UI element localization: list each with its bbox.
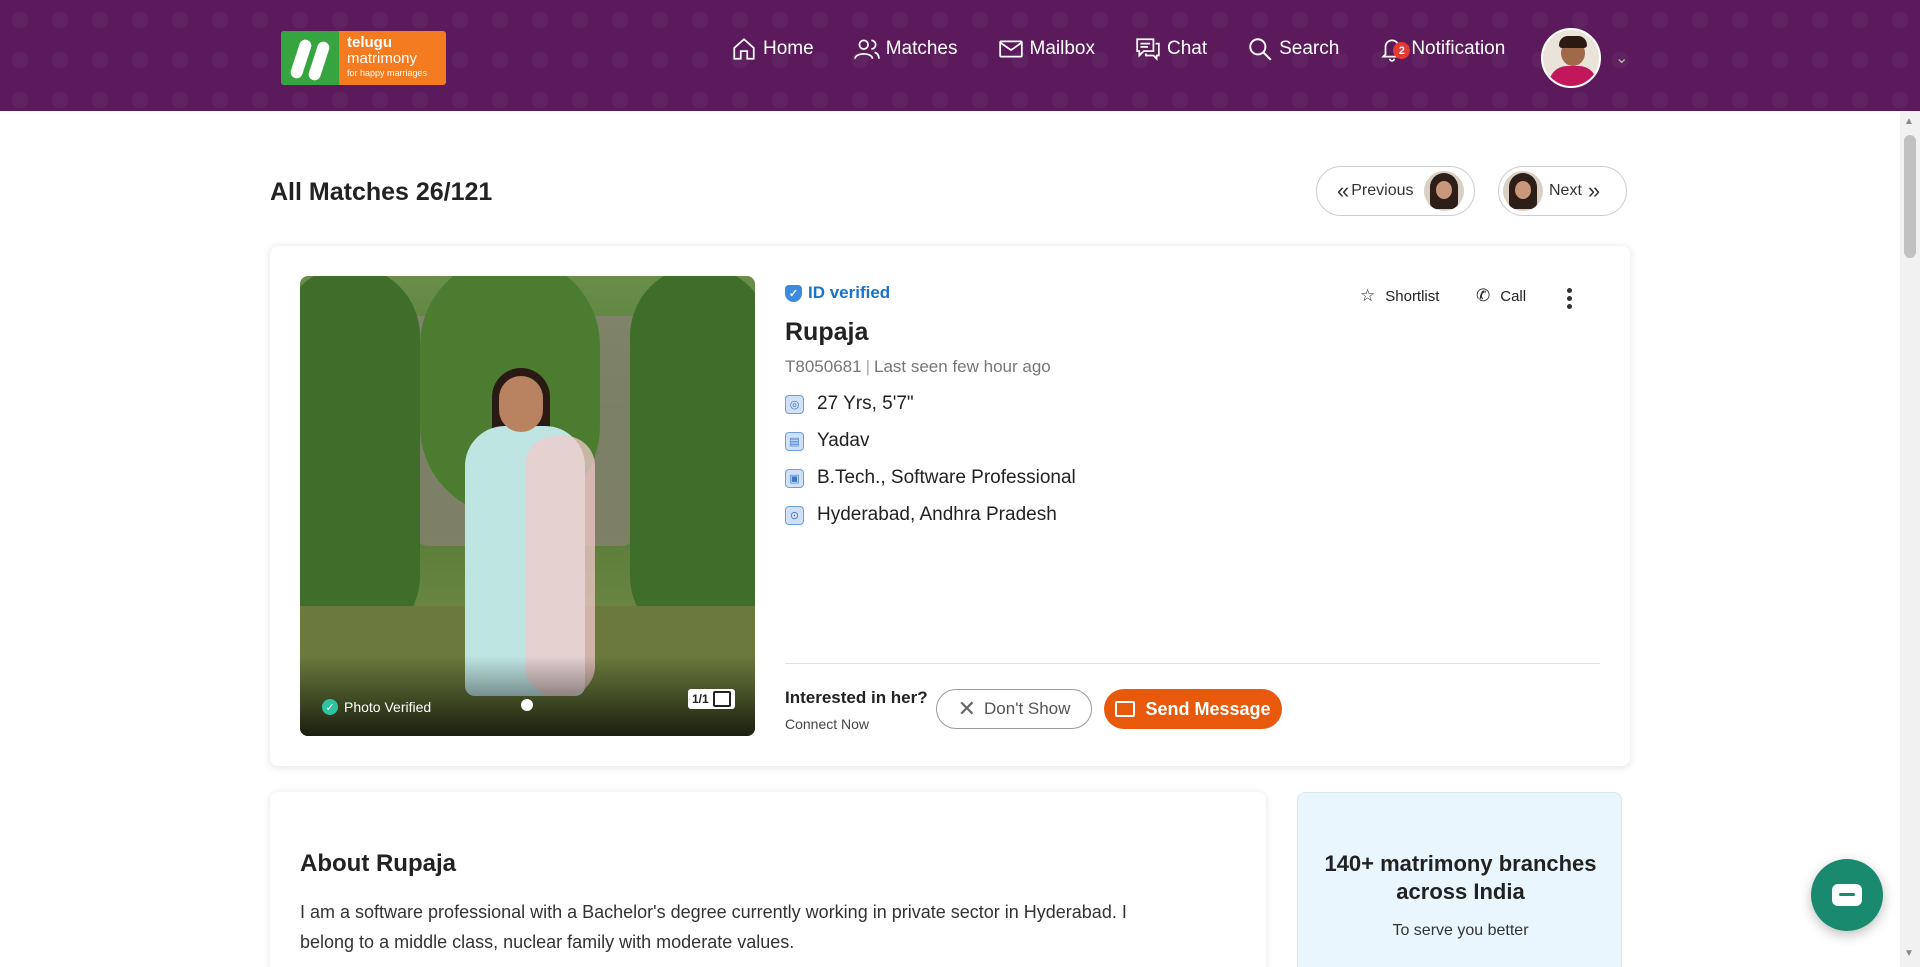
- logo-line1: telugu: [347, 34, 392, 51]
- shortlist-button[interactable]: ☆ Shortlist: [1360, 286, 1439, 306]
- nav-matches[interactable]: Matches: [853, 36, 958, 62]
- previous-button[interactable]: « Previous: [1316, 166, 1475, 216]
- scroll-down-icon[interactable]: ▼: [1904, 948, 1914, 959]
- search-icon: [1249, 38, 1272, 61]
- next-profile-thumb: [1503, 171, 1543, 211]
- detail-education: ▣ B.Tech., Software Professional: [785, 467, 1076, 489]
- detail-caste-text: Yadav: [817, 430, 870, 451]
- notification-badge: 2: [1393, 42, 1411, 59]
- previous-profile-thumb: [1423, 171, 1464, 211]
- photo-counter-text: 1/1: [692, 692, 709, 706]
- logo-mark-icon: [281, 31, 339, 85]
- scrollbar-thumb[interactable]: [1904, 135, 1916, 258]
- phone-icon: ✆: [1476, 286, 1491, 305]
- detail-caste: ▤ Yadav: [785, 430, 869, 452]
- profile-meta: T8050681 | Last seen few hour ago: [785, 357, 1051, 376]
- id-verified-badge: ✓ ID verified: [785, 283, 890, 303]
- send-message-button[interactable]: Send Message: [1104, 689, 1282, 729]
- detail-location: ⊙ Hyderabad, Andhra Pradesh: [785, 504, 1057, 526]
- detail-age-text: 27 Yrs, 5'7": [817, 393, 914, 414]
- previous-label: Previous: [1351, 182, 1414, 199]
- promo-title: 140+ matrimony branches across India: [1324, 851, 1597, 904]
- nav-home[interactable]: Home: [731, 36, 814, 62]
- about-title: About Rupaja: [300, 850, 456, 877]
- logo-line2: matrimony: [347, 49, 418, 67]
- about-section: About Rupaja I am a software professiona…: [270, 792, 1266, 967]
- detail-location-text: Hyderabad, Andhra Pradesh: [817, 504, 1057, 525]
- shield-check-icon: ✓: [785, 284, 802, 302]
- site-logo[interactable]: telugu matrimony for happy marriages: [281, 31, 446, 85]
- main-nav: Home Matches Mailbox Chat Search 2 Notif…: [731, 36, 1505, 62]
- more-options-icon[interactable]: [1565, 288, 1573, 309]
- connect-now-label: Connect Now: [785, 716, 870, 732]
- nav-notification[interactable]: 2 Notification: [1379, 36, 1505, 62]
- top-header: telugu matrimony for happy marriages Hom…: [0, 0, 1920, 111]
- star-icon: ☆: [1360, 286, 1376, 305]
- promo-subtitle: To serve you better: [1392, 922, 1529, 939]
- profile-photo[interactable]: ✓ Photo Verified 1/1: [300, 276, 755, 736]
- double-chevron-right-icon: »: [1587, 178, 1600, 203]
- carousel-dot[interactable]: [521, 699, 533, 711]
- nav-mailbox-label: Mailbox: [1029, 38, 1095, 59]
- chevron-down-icon[interactable]: ⌄: [1615, 48, 1628, 68]
- next-label: Next: [1549, 182, 1582, 199]
- branches-promo: 140+ matrimony branches across India To …: [1297, 792, 1622, 967]
- photo-counter[interactable]: 1/1: [688, 689, 735, 709]
- nav-search-label: Search: [1279, 38, 1340, 59]
- nav-notification-label: Notification: [1411, 38, 1506, 59]
- detail-age-height: ◎ 27 Yrs, 5'7": [785, 393, 914, 415]
- mail-icon: [1115, 701, 1136, 717]
- nav-chat[interactable]: Chat: [1135, 36, 1207, 62]
- close-icon: ✕: [957, 696, 977, 721]
- check-circle-icon: ✓: [322, 699, 338, 715]
- education-icon: ▣: [785, 468, 804, 488]
- user-avatar[interactable]: [1541, 28, 1601, 88]
- call-button[interactable]: ✆ Call: [1476, 286, 1526, 306]
- nav-matches-label: Matches: [885, 38, 958, 59]
- caste-icon: ▤: [785, 431, 804, 451]
- about-text: I am a software professional with a Bach…: [300, 902, 1127, 952]
- id-verified-label: ID verified: [808, 283, 891, 302]
- interest-question: Interested in her?: [785, 688, 928, 707]
- card-divider: [785, 663, 1600, 664]
- home-icon: [733, 38, 755, 60]
- page-title: All Matches 26/121: [270, 178, 493, 206]
- next-button[interactable]: Next »: [1498, 166, 1627, 216]
- chat-icon: [1136, 38, 1160, 61]
- dont-show-button[interactable]: ✕ Don't Show: [936, 689, 1092, 729]
- nav-home-label: Home: [763, 38, 814, 59]
- member-id: T8050681: [785, 357, 862, 376]
- logo-text: telugu matrimony for happy marriages: [347, 35, 427, 78]
- location-icon: ⊙: [785, 505, 804, 525]
- dont-show-label: Don't Show: [984, 699, 1071, 718]
- send-message-label: Send Message: [1145, 698, 1271, 719]
- shortlist-label: Shortlist: [1385, 287, 1440, 305]
- call-label: Call: [1500, 287, 1527, 305]
- photo-verified-badge: ✓ Photo Verified: [322, 699, 431, 715]
- double-chevron-left-icon: «: [1337, 178, 1349, 203]
- chat-widget-button[interactable]: [1811, 859, 1883, 931]
- nav-mailbox[interactable]: Mailbox: [998, 36, 1095, 62]
- nav-chat-label: Chat: [1166, 38, 1208, 59]
- mail-icon: [998, 40, 1023, 58]
- photo-verified-label: Photo Verified: [344, 699, 432, 715]
- users-icon: [853, 39, 880, 60]
- detail-education-text: B.Tech., Software Professional: [817, 467, 1076, 488]
- logo-tagline: for happy marriages: [347, 67, 428, 78]
- nav-search[interactable]: Search: [1247, 36, 1339, 62]
- age-icon: ◎: [785, 394, 804, 414]
- scroll-up-icon[interactable]: ▲: [1904, 116, 1914, 127]
- chat-bubble-icon: [1832, 884, 1862, 906]
- gallery-icon: [712, 691, 731, 707]
- profile-name: Rupaja: [785, 318, 869, 346]
- last-seen: Last seen few hour ago: [874, 357, 1051, 376]
